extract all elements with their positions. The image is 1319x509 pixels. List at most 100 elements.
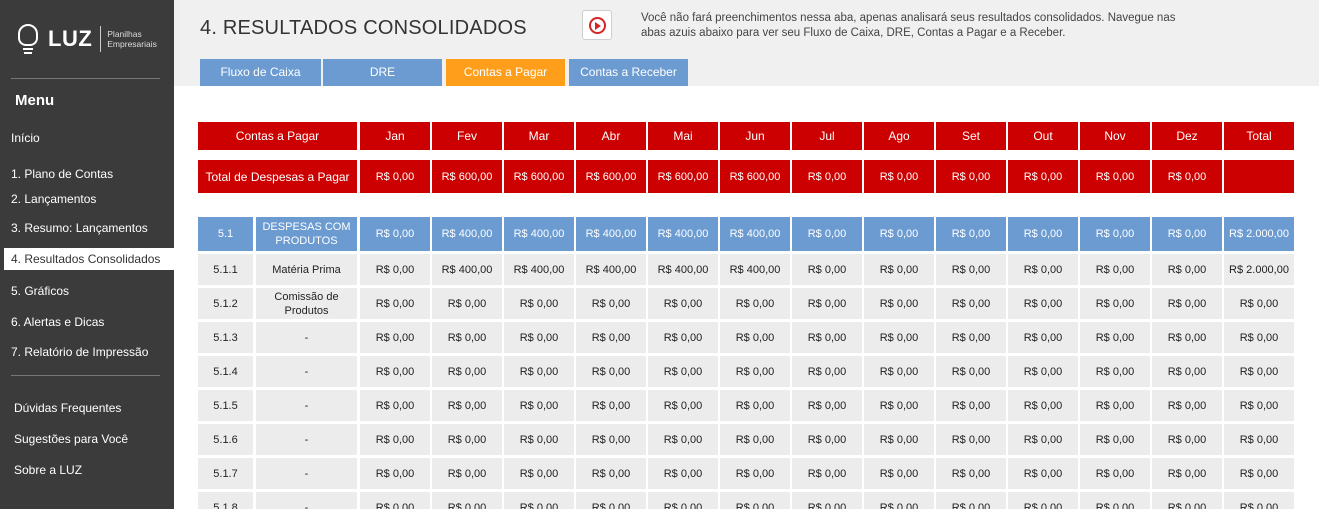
row-code: 5.1.2	[198, 288, 253, 319]
row-value: R$ 0,00	[936, 288, 1006, 319]
video-play-button[interactable]	[582, 10, 612, 40]
row-name: -	[256, 390, 357, 421]
row-value: R$ 0,00	[1080, 492, 1150, 509]
sidebar-item-sobre-a-luz[interactable]: Sobre a LUZ	[14, 463, 82, 477]
row-value: R$ 0,00	[792, 492, 862, 509]
tab-contas-a-pagar[interactable]: Contas a Pagar	[446, 59, 565, 86]
row-value: R$ 0,00	[864, 390, 934, 421]
row-value: R$ 0,00	[936, 492, 1006, 509]
row-value: R$ 0,00	[864, 458, 934, 489]
row-value: R$ 0,00	[1080, 356, 1150, 387]
sidebar-item-7-relatorio-de-impressao[interactable]: 7. Relatório de Impressão	[11, 345, 148, 359]
play-icon	[589, 17, 606, 34]
row-name: Comissão de Produtos	[256, 288, 357, 319]
row-value: R$ 0,00	[720, 492, 790, 509]
total-row-value: R$ 600,00	[576, 160, 646, 193]
row-value: R$ 0,00	[576, 492, 646, 509]
row-value: R$ 0,00	[792, 288, 862, 319]
group-row-name: DESPESAS COM PRODUTOS	[256, 217, 357, 251]
sidebar-item-5-graficos[interactable]: 5. Gráficos	[11, 284, 69, 298]
month-header-total: Total	[1224, 122, 1294, 150]
row-value: R$ 0,00	[1152, 492, 1222, 509]
group-row-value: R$ 400,00	[576, 217, 646, 251]
row-value: R$ 0,00	[432, 322, 502, 353]
month-header-set: Set	[936, 122, 1006, 150]
table-header-label: Contas a Pagar	[198, 122, 357, 150]
row-value: R$ 0,00	[1008, 424, 1078, 455]
row-value: R$ 0,00	[504, 424, 574, 455]
sidebar-item-3-resumo-lancamentos[interactable]: 3. Resumo: Lançamentos	[11, 221, 148, 235]
tab-contas-a-receber[interactable]: Contas a Receber	[569, 59, 688, 86]
row-value: R$ 0,00	[360, 458, 430, 489]
tab-dre[interactable]: DRE	[323, 59, 442, 86]
group-row-value: R$ 0,00	[1008, 217, 1078, 251]
month-header-mai: Mai	[648, 122, 718, 150]
row-value: R$ 0,00	[576, 390, 646, 421]
row-value: R$ 0,00	[360, 424, 430, 455]
row-value: R$ 0,00	[1008, 390, 1078, 421]
sidebar-item-1-plano-de-contas[interactable]: 1. Plano de Contas	[11, 167, 113, 181]
page-header: 4. RESULTADOS CONSOLIDADOS Você não fará…	[174, 0, 1319, 86]
row-value: R$ 0,00	[504, 322, 574, 353]
month-header-ago: Ago	[864, 122, 934, 150]
row-value: R$ 0,00	[1224, 492, 1294, 509]
row-value: R$ 0,00	[936, 458, 1006, 489]
sidebar-item-6-alertas-e-dicas[interactable]: 6. Alertas e Dicas	[11, 315, 104, 329]
row-name: Matéria Prima	[256, 254, 357, 285]
sidebar-item-sugestoes-para-voce[interactable]: Sugestões para Você	[14, 432, 128, 446]
row-value: R$ 0,00	[1008, 458, 1078, 489]
sidebar-item-4-resultados-consolidados[interactable]: 4. Resultados Consolidados	[4, 248, 174, 270]
sidebar-item-inicio[interactable]: Início	[11, 131, 40, 145]
row-value: R$ 0,00	[720, 288, 790, 319]
row-value: R$ 0,00	[1152, 356, 1222, 387]
menu-title: Menu	[15, 92, 55, 109]
group-row-value: R$ 400,00	[432, 217, 502, 251]
row-value: R$ 0,00	[648, 424, 718, 455]
row-value: R$ 0,00	[576, 356, 646, 387]
row-code: 5.1.8	[198, 492, 253, 509]
row-value: R$ 0,00	[648, 458, 718, 489]
row-code: 5.1.7	[198, 458, 253, 489]
row-value: R$ 0,00	[504, 458, 574, 489]
row-value: R$ 0,00	[1080, 390, 1150, 421]
row-value: R$ 0,00	[1008, 492, 1078, 509]
total-row-value: R$ 0,00	[360, 160, 430, 193]
row-value: R$ 0,00	[792, 424, 862, 455]
row-value: R$ 0,00	[1080, 424, 1150, 455]
month-header-abr: Abr	[576, 122, 646, 150]
row-value: R$ 0,00	[1080, 322, 1150, 353]
row-value: R$ 0,00	[1224, 322, 1294, 353]
group-row-value: R$ 2.000,00	[1224, 217, 1294, 251]
row-value: R$ 400,00	[504, 254, 574, 285]
row-value: R$ 0,00	[936, 390, 1006, 421]
row-value: R$ 0,00	[576, 322, 646, 353]
row-value: R$ 0,00	[864, 424, 934, 455]
row-value: R$ 0,00	[1080, 458, 1150, 489]
row-value: R$ 400,00	[576, 254, 646, 285]
row-value: R$ 0,00	[432, 424, 502, 455]
row-value: R$ 400,00	[432, 254, 502, 285]
row-name: -	[256, 458, 357, 489]
row-value: R$ 0,00	[720, 390, 790, 421]
group-row-value: R$ 400,00	[648, 217, 718, 251]
row-value: R$ 0,00	[1008, 322, 1078, 353]
tab-fluxo-de-caixa[interactable]: Fluxo de Caixa	[200, 59, 321, 86]
row-value: R$ 0,00	[1224, 458, 1294, 489]
sidebar-item-2-lancamentos[interactable]: 2. Lançamentos	[11, 192, 96, 206]
sidebar-item-duvidas-frequentes[interactable]: Dúvidas Frequentes	[14, 401, 121, 415]
row-value: R$ 0,00	[1152, 322, 1222, 353]
row-value: R$ 0,00	[432, 492, 502, 509]
row-value: R$ 0,00	[504, 390, 574, 421]
row-value: R$ 0,00	[432, 288, 502, 319]
row-value: R$ 0,00	[1152, 424, 1222, 455]
total-row-value	[1224, 160, 1294, 193]
month-header-dez: Dez	[1152, 122, 1222, 150]
row-value: R$ 2.000,00	[1224, 254, 1294, 285]
row-value: R$ 0,00	[360, 254, 430, 285]
page-title: 4. RESULTADOS CONSOLIDADOS	[200, 17, 527, 39]
total-row-value: R$ 600,00	[432, 160, 502, 193]
month-header-fev: Fev	[432, 122, 502, 150]
row-value: R$ 0,00	[576, 458, 646, 489]
row-value: R$ 0,00	[720, 458, 790, 489]
row-name: -	[256, 322, 357, 353]
